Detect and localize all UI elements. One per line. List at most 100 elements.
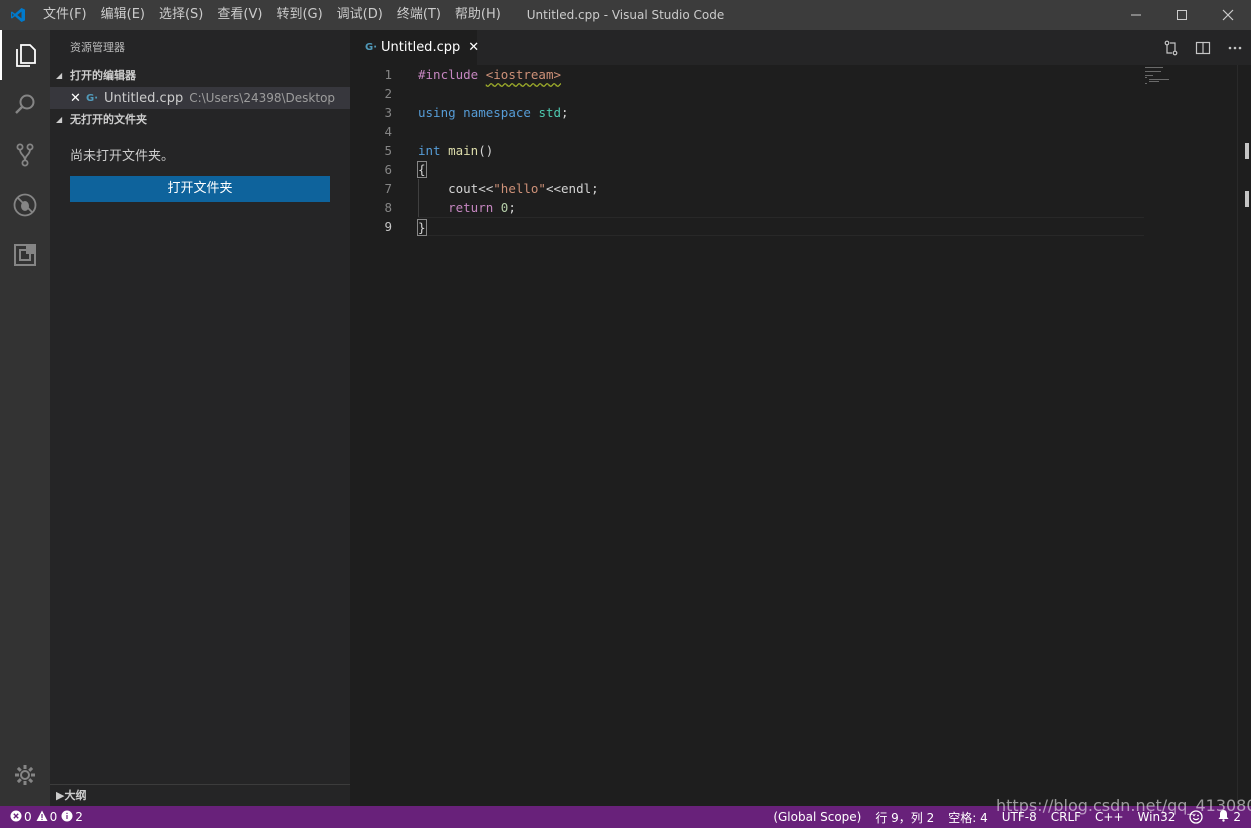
more-actions-icon[interactable] [1219,30,1251,65]
problems-indicator[interactable]: 0 0 2 [10,810,83,825]
vertical-scrollbar[interactable] [1237,65,1251,806]
source-control-icon[interactable] [0,130,50,180]
scope-indicator[interactable]: (Global Scope) [773,810,861,824]
code-line: #include <iostream> [418,65,1144,84]
token-identifier: endl; [561,181,599,196]
token-brace-close: } [417,219,427,236]
outline-label: 大纲 [64,788,87,802]
close-icon[interactable] [1205,0,1251,30]
open-changes-icon[interactable] [1155,30,1187,65]
menu-go[interactable]: 转到(G) [269,0,329,30]
token-include-header: <iostream> [485,67,562,82]
code-line: cout<<"hello"<<endl; [418,179,1144,198]
editor-tabs: G· Untitled.cpp ✕ [350,30,1251,65]
menu-selection[interactable]: 选择(S) [152,0,210,30]
indentation[interactable]: 空格: 4 [948,809,988,826]
no-folder-label: 无打开的文件夹 [70,113,147,126]
open-folder-button[interactable]: 打开文件夹 [70,176,330,202]
chevron-down-icon: ◢ [56,71,63,80]
activity-bar [0,30,50,806]
warning-count: 0 [49,810,58,824]
line-ending[interactable]: CRLF [1051,810,1081,824]
code-line: using namespace std; [418,103,1144,122]
line-number: 8 [384,200,392,215]
line-number: 7 [384,181,392,196]
cursor-position[interactable]: 行 9，列 2 [875,809,934,826]
minimap[interactable] [1143,65,1243,806]
token-directive: #include [418,67,479,82]
code-text[interactable]: #include <iostream> using namespace std;… [417,65,1144,236]
status-bar: 0 0 2 (Global Scope) 行 9，列 2 空格: 4 UTF-8… [0,806,1251,828]
line-number: 5 [384,143,392,158]
token-punct: () [478,143,494,158]
token-type: int [418,143,441,158]
menu-edit[interactable]: 编辑(E) [94,0,152,30]
language-mode[interactable]: C++ [1095,810,1124,824]
open-editor-item[interactable]: ✕ G· Untitled.cpp C:\Users\24398\Desktop [50,87,350,109]
open-editors-label: 打开的编辑器 [70,69,136,82]
search-icon[interactable] [0,80,50,130]
open-editor-filename: Untitled.cpp [104,90,184,106]
token-keyword: return [448,200,494,215]
info-count: 2 [75,810,83,824]
code-line-current: } [417,217,1144,236]
warning-icon [36,810,48,825]
token-brace-open: { [417,161,427,178]
menu-file[interactable]: 文件(F) [36,0,94,30]
token-keyword: using [418,105,456,120]
files-icon[interactable] [0,30,50,80]
token-operator: << [545,181,562,196]
menu-view[interactable]: 查看(V) [210,0,269,30]
no-folder-header[interactable]: ◢ 无打开的文件夹 [50,109,350,131]
line-number: 3 [384,105,392,120]
split-editor-icon[interactable] [1187,30,1219,65]
cpp-file-icon: G· [365,42,378,53]
token-punct: ; [561,105,569,120]
info-icon [61,810,73,825]
code-editor[interactable]: 1 2 3 4 5 6 7 8 9 #include <iostream> us… [350,65,1251,806]
no-folder-message: 尚未打开文件夹。 [70,149,175,164]
chevron-down-icon: ◢ [56,115,63,124]
tab-label: Untitled.cpp [381,40,461,55]
cpp-file-icon: G· [86,92,99,104]
line-number: 2 [384,86,392,101]
platform-config[interactable]: Win32 [1138,810,1176,824]
sidebar-title: 资源管理器 [70,41,125,54]
chevron-right-icon: ▶ [56,788,65,802]
encoding[interactable]: UTF-8 [1002,810,1037,824]
token-keyword: namespace [463,105,531,120]
minimize-icon[interactable] [1113,0,1159,30]
tab-untitled-cpp[interactable]: G· Untitled.cpp ✕ [350,30,479,65]
line-number-gutter: 1 2 3 4 5 6 7 8 9 [350,65,400,236]
outline-header[interactable]: ▶ 大纲 [50,784,350,806]
vscode-logo-icon [0,0,36,30]
window-controls [1113,0,1251,30]
editor-actions [1155,30,1251,65]
title-bar: 文件(F) 编辑(E) 选择(S) 查看(V) 转到(G) 调试(D) 终端(T… [0,0,1251,30]
smiley-icon[interactable] [1189,810,1204,824]
close-tab-icon[interactable]: ✕ [468,40,479,55]
code-line: return 0; [418,198,1144,217]
notifications-indicator[interactable]: 2 [1217,809,1241,825]
menu-bar: 文件(F) 编辑(E) 选择(S) 查看(V) 转到(G) 调试(D) 终端(T… [36,0,508,30]
token-identifier: cout [448,181,479,196]
bell-icon [1217,809,1230,825]
token-string: "hello" [493,181,546,196]
token-function: main [448,143,479,158]
gear-icon[interactable] [0,750,50,800]
menu-terminal[interactable]: 终端(T) [390,0,448,30]
extensions-icon[interactable] [0,230,50,280]
menu-debug[interactable]: 调试(D) [330,0,390,30]
open-editor-path: C:\Users\24398\Desktop [189,91,336,105]
code-line: int main() [418,141,1144,160]
menu-help[interactable]: 帮助(H) [448,0,508,30]
token-punct: ; [508,200,516,215]
maximize-icon[interactable] [1159,0,1205,30]
notification-count: 2 [1233,810,1241,824]
open-editors-header[interactable]: ◢ 打开的编辑器 [50,65,350,87]
debug-icon[interactable] [0,180,50,230]
error-icon [10,810,22,825]
close-editor-icon[interactable]: ✕ [70,91,86,106]
